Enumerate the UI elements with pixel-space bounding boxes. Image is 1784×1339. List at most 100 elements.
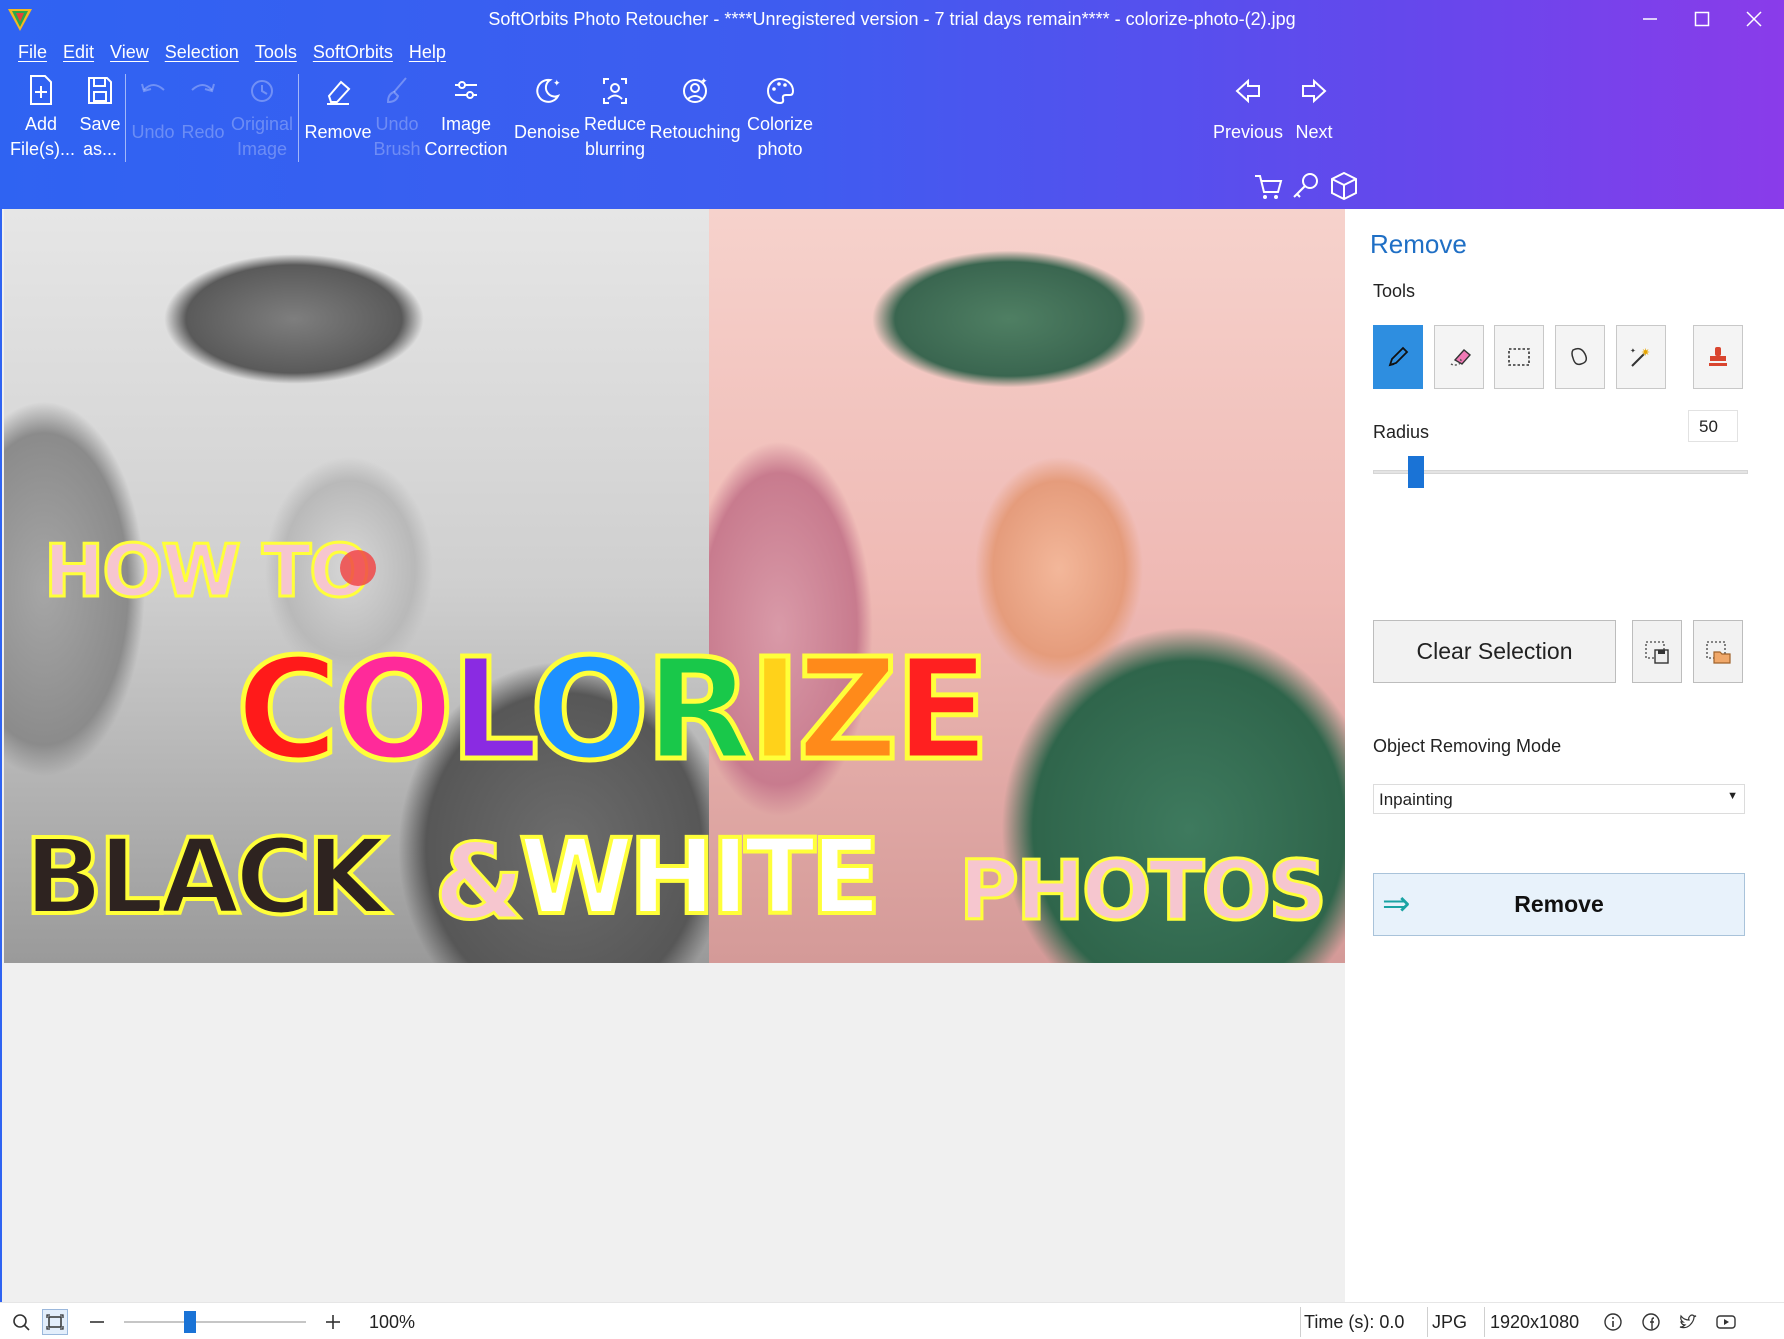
overlay-text-black: BLACK xyxy=(22,814,389,940)
overlay-text-white: WHITE xyxy=(517,814,883,940)
eraser-icon xyxy=(327,80,351,105)
fit-to-window-button[interactable] xyxy=(42,1309,68,1335)
maximize-icon xyxy=(1694,11,1710,27)
load-selection-button[interactable] xyxy=(1693,620,1743,683)
tool-magic-wand-button[interactable]: ✷ ✦ xyxy=(1616,325,1666,389)
colorize-photo-button[interactable]: Colorize photo xyxy=(740,74,820,162)
twitter-button[interactable] xyxy=(1675,1309,1701,1335)
menu-edit[interactable]: Edit xyxy=(55,42,102,66)
previous-label: Previous xyxy=(1212,122,1284,142)
overlay-text-how-to: HOW TO xyxy=(42,528,371,615)
redo-button[interactable]: Redo xyxy=(178,74,228,145)
add-files-label: Add File(s)... xyxy=(10,114,75,159)
photo-preview[interactable]: HOW TO COLORIZE BLACK & WHITE PHOTOS xyxy=(4,209,1347,963)
youtube-button[interactable] xyxy=(1713,1309,1739,1335)
status-separator xyxy=(1300,1307,1301,1337)
box-icon[interactable] xyxy=(1328,170,1360,202)
minimize-icon xyxy=(1643,18,1657,20)
tool-lasso-button[interactable] xyxy=(1555,325,1605,389)
tool-panel: Remove Tools ✷ ✦ Radius 50 Clear Selectio… xyxy=(1345,209,1784,1302)
remove-tool-label: Remove xyxy=(304,122,372,142)
title-bar: SoftOrbits Photo Retoucher - ****Unregis… xyxy=(0,0,1784,38)
tool-eraser-button[interactable] xyxy=(1434,325,1484,389)
status-separator xyxy=(1427,1307,1428,1337)
retouching-label: Retouching xyxy=(649,122,741,142)
facebook-button[interactable] xyxy=(1638,1309,1664,1335)
radius-slider-track[interactable] xyxy=(1373,470,1748,474)
moon-stars-icon: ✦ xyxy=(536,78,561,103)
remove-tool-button[interactable]: Remove xyxy=(302,74,374,145)
menu-help[interactable]: Help xyxy=(401,42,454,66)
removing-mode-label: Object Removing Mode xyxy=(1373,736,1562,756)
tool-rect-select-button[interactable] xyxy=(1494,325,1544,389)
undo-label: Undo xyxy=(131,122,175,142)
rect-select-icon xyxy=(1508,348,1530,366)
app-header: SoftOrbits Photo Retoucher - ****Unregis… xyxy=(0,0,1784,209)
undo-button[interactable]: Undo xyxy=(128,74,178,145)
status-bar: 100% Time (s): 0.0 JPG 1920x1080 xyxy=(0,1302,1784,1339)
minus-icon xyxy=(90,1321,104,1323)
menu-view[interactable]: View xyxy=(102,42,157,66)
overlay-text-photos: PHOTOS xyxy=(957,843,1328,941)
facebook-icon xyxy=(1642,1313,1660,1331)
tool-pencil-button[interactable] xyxy=(1373,325,1423,389)
arrow-right-icon: ⇒ xyxy=(1382,885,1411,923)
minimize-button[interactable] xyxy=(1624,0,1676,38)
close-icon xyxy=(1746,11,1762,27)
add-files-button[interactable]: Add File(s)... xyxy=(10,74,75,162)
reduce-blurring-button[interactable]: Reduce blurring xyxy=(580,74,650,162)
maximize-button[interactable] xyxy=(1676,0,1728,38)
next-label: Next xyxy=(1295,122,1333,142)
redo-icon xyxy=(191,83,215,93)
denoise-button[interactable]: ✦ Denoise xyxy=(512,74,582,145)
close-button[interactable] xyxy=(1728,0,1780,38)
tool-stamp-button[interactable] xyxy=(1693,325,1743,389)
undo-brush-label: Undo Brush xyxy=(373,114,421,159)
retouching-button[interactable]: ✦ Retouching xyxy=(648,74,742,145)
save-icon xyxy=(88,77,112,104)
load-selection-icon xyxy=(1706,640,1731,664)
save-as-button[interactable]: Save as... xyxy=(74,74,126,162)
sliders-icon xyxy=(455,81,477,99)
menu-softorbits[interactable]: SoftOrbits xyxy=(305,42,401,66)
menu-tools[interactable]: Tools xyxy=(247,42,305,66)
key-icon[interactable] xyxy=(1290,170,1322,202)
svg-text:✦: ✦ xyxy=(700,76,708,86)
zoom-slider-thumb[interactable] xyxy=(183,1311,196,1333)
colorize-photo-label: Colorize photo xyxy=(746,114,814,159)
plus-icon xyxy=(326,1315,340,1329)
save-selection-button[interactable] xyxy=(1632,620,1682,683)
previous-button[interactable]: Previous xyxy=(1212,74,1284,145)
eraser-icon xyxy=(1450,349,1472,366)
removing-mode-select[interactable]: Inpainting ▼ xyxy=(1373,784,1745,814)
menu-file[interactable]: File xyxy=(10,42,55,66)
zoom-slider-track[interactable] xyxy=(124,1321,306,1323)
info-button[interactable] xyxy=(1600,1309,1626,1335)
palette-icon xyxy=(767,77,795,105)
original-image-label: Original Image xyxy=(230,114,294,159)
zoom-search-button[interactable] xyxy=(8,1309,34,1335)
radius-input[interactable]: 50 xyxy=(1688,410,1738,442)
zoom-percentage: 100% xyxy=(369,1312,416,1332)
cart-icon[interactable] xyxy=(1252,170,1284,202)
clear-selection-button[interactable]: Clear Selection xyxy=(1373,620,1616,683)
zoom-out-button[interactable] xyxy=(84,1309,110,1335)
next-button[interactable]: Next xyxy=(1288,74,1340,145)
overlay-text-colorize: COLORIZE xyxy=(234,627,993,795)
radius-label: Radius xyxy=(1373,422,1430,442)
original-image-button[interactable]: Original Image xyxy=(226,74,298,162)
image-correction-button[interactable]: Image Correction xyxy=(424,74,508,162)
fit-window-icon xyxy=(46,1314,64,1330)
undo-brush-button[interactable]: Undo Brush xyxy=(372,74,422,162)
magic-wand-icon: ✷✦ xyxy=(1630,347,1650,367)
retouch-face-icon: ✦ xyxy=(683,76,708,103)
focus-face-icon xyxy=(603,78,627,104)
radius-slider-thumb[interactable] xyxy=(1408,456,1425,488)
svg-text:✦: ✦ xyxy=(553,78,561,88)
panel-title: Remove xyxy=(1370,229,1467,259)
menu-selection[interactable]: Selection xyxy=(157,42,247,66)
zoom-in-button[interactable] xyxy=(320,1309,346,1335)
image-canvas[interactable]: HOW TO COLORIZE BLACK & WHITE PHOTOS xyxy=(0,209,1347,1302)
remove-button[interactable]: ⇒ Remove xyxy=(1373,873,1745,936)
history-icon xyxy=(251,80,273,102)
